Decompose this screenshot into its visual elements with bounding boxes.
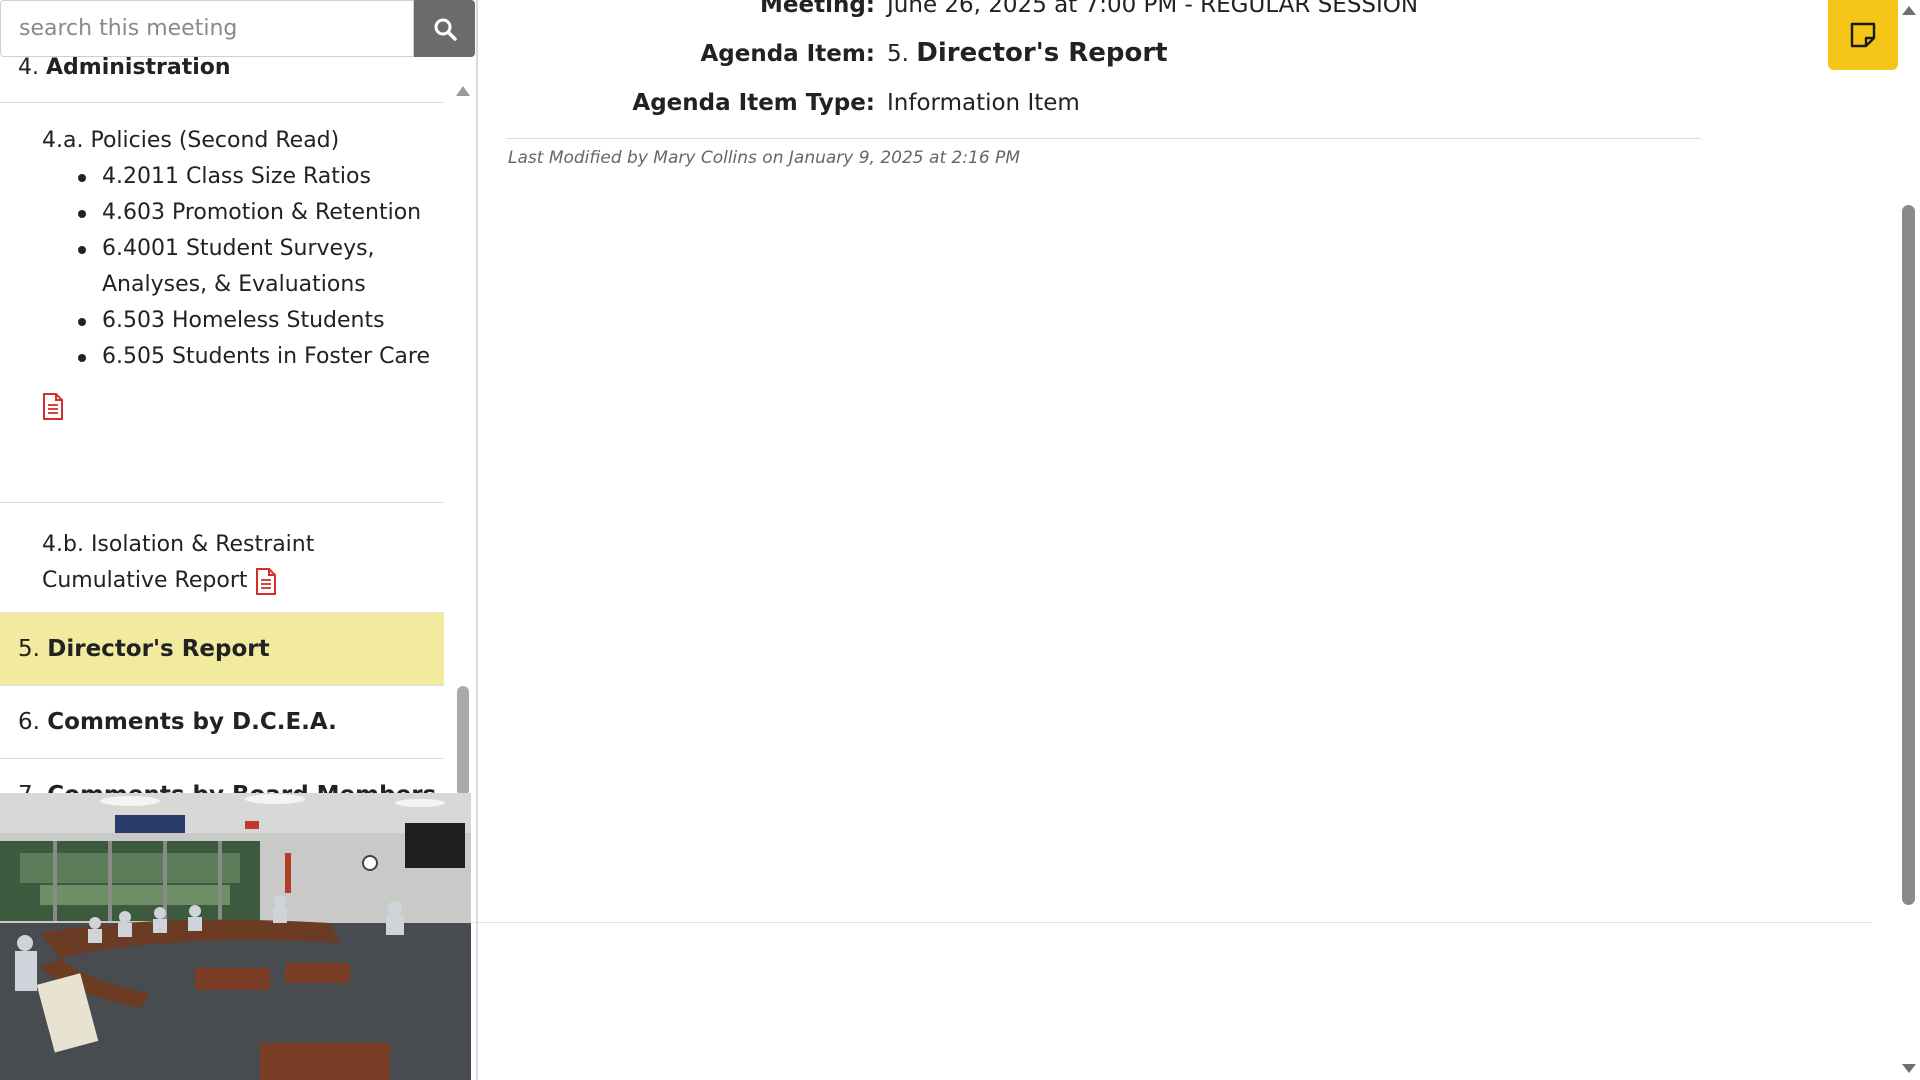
sidebar-scroll-up-arrow[interactable] — [456, 86, 470, 96]
policy-list-item: 4.603 Promotion & Retention — [62, 195, 444, 231]
agenda-item-number: 4. — [18, 57, 39, 80]
last-modified-note: Last Modified by Mary Collins on January… — [508, 148, 1021, 168]
agenda-list-viewport[interactable]: 4. Administration 4.a. Policies (Second … — [0, 57, 444, 793]
policy-list: 4.2011 Class Size Ratios 4.603 Promotion… — [62, 159, 444, 375]
agenda-item-value: 5. Director's Report — [887, 38, 1168, 68]
search-icon — [434, 18, 457, 41]
page-scroll-down-arrow[interactable] — [1902, 1064, 1916, 1073]
agenda-item-title: Comments by Board Members — [47, 782, 436, 793]
agenda-sidebar: 4. Administration 4.a. Policies (Second … — [0, 0, 478, 1080]
agenda-item-number: 6. — [18, 709, 40, 735]
meeting-field: Meeting: June 26, 2025 at 7:00 PM - REGU… — [480, 0, 1418, 18]
agenda-item-administration[interactable]: 4. Administration — [0, 57, 444, 103]
agenda-item-title: Comments by D.C.E.A. — [47, 709, 337, 735]
search-input[interactable] — [0, 0, 414, 57]
search-bar — [0, 0, 475, 57]
footer-divider — [472, 922, 1872, 923]
notes-button[interactable] — [1828, 0, 1898, 70]
agenda-item-type-value: Information Item — [887, 90, 1080, 116]
agenda-subitem-title: 4.a. Policies (Second Read) — [42, 128, 340, 153]
agenda-item-comments-dcea[interactable]: 6. Comments by D.C.E.A. — [0, 686, 444, 759]
policy-list-item: 4.2011 Class Size Ratios — [62, 159, 444, 195]
agenda-subitem-isolation-report[interactable]: 4.b. Isolation & Restraint Cumulative Re… — [0, 503, 444, 613]
agenda-item-type-field: Agenda Item Type: Information Item — [480, 90, 1080, 116]
meeting-video-player[interactable] — [0, 793, 471, 1080]
agenda-item-title: Administration — [46, 57, 231, 80]
agenda-item-comments-board[interactable]: 7. Comments by Board Members — [0, 759, 444, 793]
agenda-item-heading: Director's Report — [916, 38, 1168, 68]
agenda-item-number: 5. — [887, 41, 909, 67]
agenda-item-label: Agenda Item: — [700, 41, 875, 67]
section-divider — [506, 138, 1701, 139]
agenda-subitem-policies[interactable]: 4.a. Policies (Second Read) 4.2011 Class… — [0, 103, 444, 503]
agenda-item-type-label: Agenda Item Type: — [632, 90, 875, 116]
page-scrollbar[interactable] — [1898, 0, 1920, 1080]
policy-list-item: 6.505 Students in Foster Care — [62, 339, 444, 375]
search-button[interactable] — [414, 0, 475, 57]
page-scroll-up-arrow[interactable] — [1902, 6, 1916, 15]
policy-list-item: 6.503 Homeless Students — [62, 303, 444, 339]
agenda-item-detail: Meeting: June 26, 2025 at 7:00 PM - REGU… — [472, 0, 1900, 1080]
pdf-document-icon[interactable] — [255, 567, 277, 595]
agenda-item-number: 7. — [18, 782, 40, 793]
policy-list-item: 6.4001 Student Surveys, Analyses, & Eval… — [62, 231, 444, 303]
meeting-label: Meeting: — [760, 0, 875, 18]
agenda-list: 4. Administration 4.a. Policies (Second … — [0, 57, 444, 793]
sticky-note-icon — [1850, 22, 1876, 48]
meeting-value: June 26, 2025 at 7:00 PM - REGULAR SESSI… — [887, 0, 1419, 18]
page-scrollbar-thumb[interactable] — [1902, 205, 1915, 905]
sidebar-scrollbar-thumb[interactable] — [457, 686, 469, 796]
agenda-item-title: Director's Report — [47, 636, 270, 662]
agenda-item-number: 5. — [18, 636, 40, 662]
agenda-item-directors-report[interactable]: 5. Director's Report — [0, 613, 444, 686]
pdf-document-icon[interactable] — [42, 393, 64, 420]
meeting-room-video-frame — [0, 793, 471, 1080]
agenda-item-field: Agenda Item: 5. Director's Report — [480, 38, 1168, 68]
